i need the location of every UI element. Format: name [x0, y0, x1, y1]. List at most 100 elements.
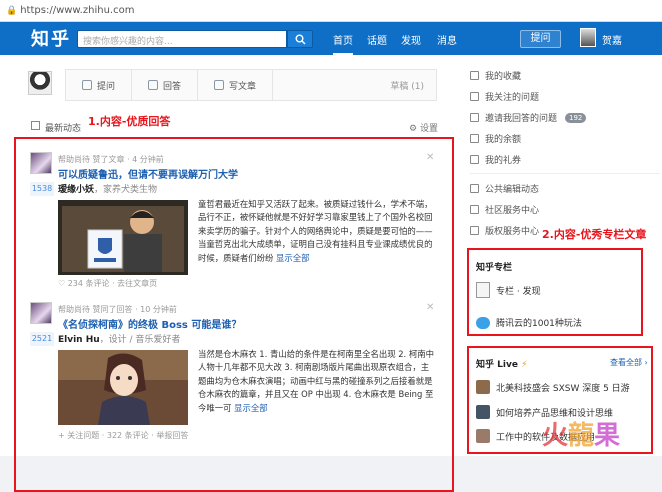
sidebar-item-public-edits[interactable]: 公共编辑动态	[470, 182, 539, 195]
lock-icon: 🔒	[6, 5, 18, 16]
column-tencent-label: 腾讯云的1001种玩法	[496, 319, 582, 329]
sidebar-item-community-service[interactable]: 社区服务中心	[470, 203, 539, 216]
card-actions[interactable]: ♡ 234 条评论 · 去往文章页	[58, 278, 157, 289]
feed-title: 最新动态	[45, 124, 82, 134]
invite-icon	[470, 113, 479, 122]
sidebar-item-label: 邀请我回答的问题	[485, 114, 558, 124]
author-name[interactable]: 瑷缘小妖	[58, 185, 94, 195]
compose-ask-label: 提问	[97, 81, 116, 92]
divider	[470, 173, 660, 174]
draft-link[interactable]: 草稿 (1)	[390, 79, 424, 92]
article-thumbnail[interactable]	[58, 200, 188, 275]
search-button[interactable]	[287, 30, 313, 48]
star-icon	[470, 71, 479, 80]
question-icon	[82, 80, 92, 90]
compose-answer-button[interactable]: 回答	[132, 70, 199, 100]
sidebar-item-balance[interactable]: 我的余额	[470, 132, 521, 145]
sidebar-item-label: 社区服务中心	[485, 206, 540, 216]
pen-icon	[214, 80, 225, 90]
composer-bar: 提问 回答 写文章 草稿 (1)	[65, 69, 437, 101]
feed-settings-link[interactable]: ⚙ 设置	[409, 121, 438, 134]
close-icon[interactable]: ✕	[426, 152, 434, 163]
ask-question-button[interactable]: 提问	[520, 30, 561, 48]
column-icon	[476, 282, 490, 298]
sidebar-item-followed-questions[interactable]: 我关注的问题	[470, 90, 539, 103]
compose-article-label: 写文章	[229, 81, 257, 92]
user-name[interactable]: 贺嘉	[602, 32, 622, 47]
sidebar-item-invitations[interactable]: 邀请我回答的问题 192	[470, 111, 587, 124]
annotation-column-articles: 2.内容-优秀专栏文章	[542, 228, 647, 241]
vote-count[interactable]: 2521	[30, 332, 54, 346]
site-logo[interactable]: 知乎	[31, 25, 71, 51]
sidebar-item-label: 我关注的问题	[485, 93, 540, 103]
user-avatar[interactable]	[580, 28, 596, 47]
column-tencent-link[interactable]: 腾讯云的1001种玩法	[476, 316, 582, 329]
sidebar-item-label: 我的收藏	[485, 72, 522, 82]
compose-answer-label: 回答	[163, 81, 182, 92]
feed-card: 帮助尚待 赞同了回答 · 10 分钟前 ✕ 《名侦探柯南》的终极 Boss 可能…	[30, 302, 440, 442]
actor-avatar[interactable]	[30, 302, 52, 324]
column-discover-link[interactable]: 专栏 · 发现	[476, 282, 541, 298]
browser-url-bar[interactable]: 🔒 https://www.zhihu.com	[0, 0, 662, 22]
card-excerpt: 当然是仓木麻衣 1. 青山给的条件是在柯南里全名出现 2. 柯南中人物十几年都不…	[198, 348, 434, 416]
close-icon[interactable]: ✕	[426, 302, 434, 313]
excerpt-text: 童哲君最近在知乎又活跃了起来。被质疑过钱什么，学术不端，品行不正，被怀疑他就是不…	[198, 199, 433, 263]
card-meta: 帮助尚待 赞了文章 · 4 分钟前	[58, 155, 164, 164]
card-meta: 帮助尚待 赞同了回答 · 10 分钟前	[58, 305, 177, 314]
nav-explore[interactable]: 发现	[401, 32, 421, 47]
live-see-all-link[interactable]: 查看全部 ›	[610, 357, 648, 368]
my-avatar[interactable]	[28, 71, 52, 95]
annotation-quality-answers: 1.内容-优质回答	[88, 115, 171, 128]
show-more-link[interactable]: 显示全部	[276, 253, 310, 263]
invitation-count-badge: 192	[565, 112, 587, 123]
copyright-icon	[470, 226, 479, 235]
top-navigation-bar: 知乎 搜索你感兴趣的内容... 首页 话题 发现 消息 提问 贺嘉	[0, 22, 662, 55]
live-box-title: 知乎 Live ⚡	[476, 357, 527, 370]
author-line: Elvin Hu，设计 / 音乐爱好者	[58, 332, 180, 345]
answer-thumbnail[interactable]	[58, 350, 188, 425]
search-input[interactable]: 搜索你感兴趣的内容...	[77, 30, 287, 48]
sidebar-item-coupons[interactable]: 我的礼券	[470, 153, 521, 166]
lightning-icon: ⚡	[521, 360, 528, 370]
show-more-link[interactable]: 显示全部	[234, 403, 268, 413]
check-icon	[470, 92, 479, 101]
answer-icon	[148, 80, 159, 90]
nav-topics[interactable]: 话题	[367, 32, 387, 47]
watermark-logo: 火龍果	[542, 421, 621, 451]
sidebar-item-label: 我的余额	[485, 135, 522, 145]
column-discover-label: 专栏 · 发现	[496, 286, 541, 297]
search-icon	[295, 34, 306, 45]
live-item-title: 北美科技盛会 SXSW 深度 5 日游	[496, 383, 630, 394]
author-bio: ，设计 / 音乐爱好者	[99, 335, 181, 345]
card-excerpt: 童哲君最近在知乎又活跃了起来。被质疑过钱什么，学术不端，品行不正，被怀疑他就是不…	[198, 198, 434, 278]
sidebar-item-collections[interactable]: 我的收藏	[470, 69, 521, 82]
sidebar-item-label: 我的礼券	[485, 156, 522, 166]
sidebar-item-label: 公共编辑动态	[485, 185, 540, 195]
card-actions[interactable]: + 关注问题 · 322 条评论 · 举报回答	[58, 430, 188, 441]
sidebar-item-copyright-service[interactable]: 版权服务中心	[470, 224, 539, 237]
settings-label: 设置	[419, 124, 438, 134]
column-box-title: 知乎专栏	[476, 263, 513, 273]
card-title[interactable]: 《名侦探柯南》的终极 Boss 可能是谁？	[58, 316, 241, 331]
nav-home[interactable]: 首页	[333, 32, 353, 55]
live-item[interactable]: 北美科技盛会 SXSW 深度 5 日游	[476, 380, 630, 394]
feed-icon	[31, 121, 40, 130]
url-text[interactable]: https://www.zhihu.com	[20, 5, 134, 16]
compose-ask-button[interactable]: 提问	[66, 70, 133, 100]
sidebar-item-label: 版权服务中心	[485, 227, 540, 237]
compose-article-button[interactable]: 写文章	[198, 70, 274, 100]
vote-count[interactable]: 1538	[30, 182, 54, 196]
nav-messages[interactable]: 消息	[437, 32, 457, 47]
live-avatar	[476, 429, 490, 443]
author-name[interactable]: Elvin Hu	[58, 335, 100, 345]
wallet-icon	[470, 134, 479, 143]
gift-icon	[470, 155, 479, 164]
live-avatar	[476, 380, 490, 394]
live-title-text: 知乎 Live	[476, 360, 518, 370]
actor-avatar[interactable]	[30, 152, 52, 174]
author-bio: ，家养犬类生物	[94, 185, 158, 195]
edit-icon	[470, 184, 479, 193]
live-avatar	[476, 405, 490, 419]
card-title[interactable]: 可以质疑鲁迅，但请不要再误解万门大学	[58, 166, 238, 181]
cloud-icon	[476, 316, 490, 329]
